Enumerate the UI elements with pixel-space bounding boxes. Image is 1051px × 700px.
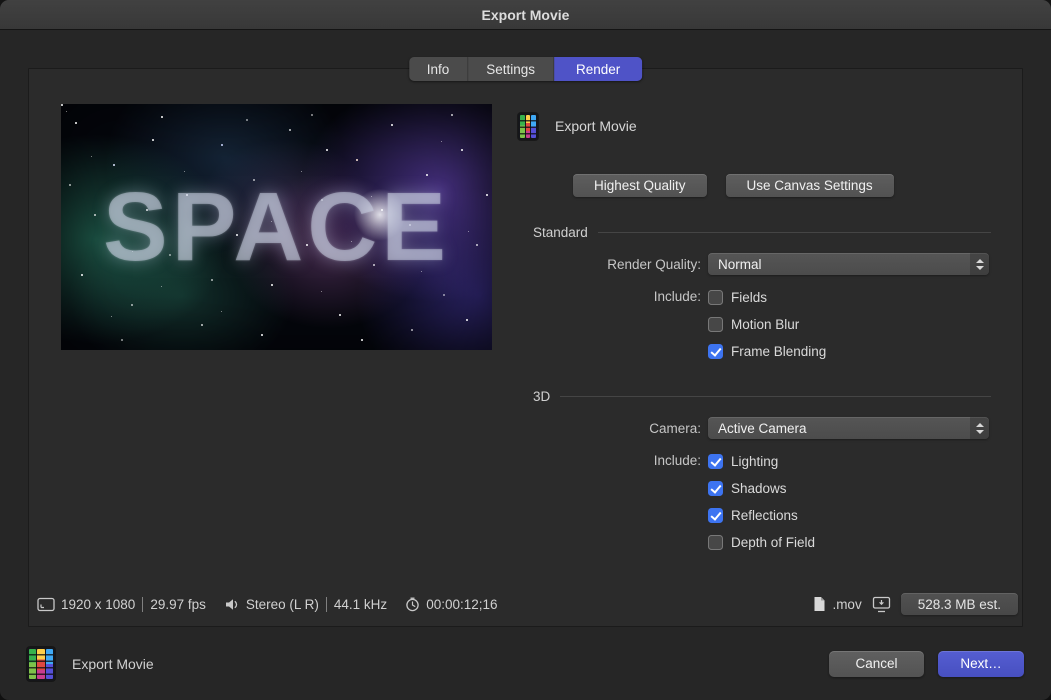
filmstrip-icon (27, 647, 55, 681)
timecode-value: 00:00:12;16 (426, 597, 497, 612)
checkbox-row-reflections[interactable]: Reflections (708, 506, 989, 525)
three-d-include-row: Include: Lighting Shadows (518, 452, 991, 552)
lighting-checkbox[interactable] (708, 454, 723, 469)
export-panel: Info Settings Render SPACE Export Movie (28, 68, 1023, 627)
camera-dropdown[interactable]: Active Camera (708, 417, 989, 439)
three-d-section-label: 3D (533, 389, 550, 404)
document-icon (813, 596, 826, 612)
monitor-arrow-icon (872, 596, 891, 613)
standard-include-row: Include: Fields Motion Blur (518, 288, 991, 361)
standard-include-checkboxes: Fields Motion Blur Frame Blending (708, 288, 989, 361)
next-button[interactable]: Next… (938, 651, 1024, 677)
checkbox-row-depth-of-field[interactable]: Depth of Field (708, 533, 989, 552)
up-down-chevrons-icon (970, 417, 989, 439)
camera-value: Active Camera (718, 421, 807, 436)
checkbox-row-frame-blending[interactable]: Frame Blending (708, 342, 989, 361)
tab-bar: Info Settings Render (409, 57, 643, 81)
three-d-include-checkboxes: Lighting Shadows Reflections (708, 452, 989, 552)
up-down-chevrons-icon (970, 253, 989, 275)
file-extension-value: .mov (832, 597, 861, 612)
footer-title: Export Movie (72, 656, 154, 672)
fields-checkbox-label: Fields (731, 290, 767, 305)
depth-of-field-checkbox-label: Depth of Field (731, 535, 815, 550)
motion-blur-checkbox-label: Motion Blur (731, 317, 799, 332)
filmstrip-icon (518, 113, 538, 140)
motion-blur-checkbox[interactable] (708, 317, 723, 332)
render-quality-value: Normal (718, 257, 762, 272)
cancel-button[interactable]: Cancel (829, 651, 924, 677)
checkbox-row-fields[interactable]: Fields (708, 288, 989, 307)
checkbox-row-motion-blur[interactable]: Motion Blur (708, 315, 989, 334)
lighting-checkbox-label: Lighting (731, 454, 778, 469)
audio-channels-value: Stereo (L R) (246, 597, 319, 612)
section-divider (598, 232, 991, 233)
size-estimate-value: 528.3 MB est. (918, 597, 1001, 612)
render-quality-dropdown[interactable]: Normal (708, 253, 989, 275)
status-bar-right: .mov 528.3 MB est. (813, 593, 1018, 615)
size-estimate-badge: 528.3 MB est. (901, 593, 1018, 615)
status-divider (142, 597, 143, 612)
resolution-item: 1920 x 1080 (37, 597, 135, 612)
duration-item: 00:00:12;16 (405, 597, 497, 612)
camera-row: Camera: Active Camera (518, 417, 991, 439)
render-settings-form: Export Movie Highest Quality Use Canvas … (518, 104, 991, 588)
tab-settings[interactable]: Settings (468, 57, 554, 81)
form-header: Export Movie (518, 111, 991, 141)
checkbox-row-shadows[interactable]: Shadows (708, 479, 989, 498)
camera-label: Camera: (518, 421, 701, 436)
three-d-section-header: 3D (518, 389, 991, 404)
clock-icon (405, 597, 420, 612)
resolution-value: 1920 x 1080 (61, 597, 135, 612)
render-quality-row: Render Quality: Normal (518, 253, 991, 275)
frame-rate-value: 29.97 fps (150, 597, 206, 612)
preset-buttons: Highest Quality Use Canvas Settings (573, 174, 991, 197)
section-divider (560, 396, 991, 397)
dialog-content: Info Settings Render SPACE Export Movie (0, 30, 1051, 627)
reflections-checkbox[interactable] (708, 508, 723, 523)
depth-of-field-checkbox[interactable] (708, 535, 723, 550)
shadows-checkbox-label: Shadows (731, 481, 787, 496)
sample-rate-value: 44.1 kHz (334, 597, 387, 612)
shadows-checkbox[interactable] (708, 481, 723, 496)
standard-include-label: Include: (518, 288, 701, 304)
reflections-checkbox-label: Reflections (731, 508, 798, 523)
standard-section-label: Standard (533, 225, 588, 240)
footer-actions: Cancel Next… (829, 651, 1024, 677)
window-title: Export Movie (482, 7, 570, 23)
speaker-icon (224, 597, 240, 612)
panel-main: SPACE Export Movie Highest Quality Use C… (29, 69, 1022, 588)
frame-blending-checkbox[interactable] (708, 344, 723, 359)
preview-image: SPACE (61, 104, 492, 350)
titlebar: Export Movie (0, 0, 1051, 30)
tab-info[interactable]: Info (409, 57, 469, 81)
file-format-item: .mov (813, 596, 861, 612)
checkbox-row-lighting[interactable]: Lighting (708, 452, 989, 471)
form-title: Export Movie (555, 118, 637, 134)
footer-bar: Export Movie Cancel Next… (0, 627, 1051, 700)
display-frame-icon (37, 597, 55, 612)
highest-quality-button[interactable]: Highest Quality (573, 174, 707, 197)
three-d-include-label: Include: (518, 452, 701, 468)
preview-title-text: SPACE (61, 104, 492, 350)
status-divider (326, 597, 327, 612)
render-quality-label: Render Quality: (518, 257, 701, 272)
audio-item: Stereo (L R) (224, 597, 319, 612)
tab-render[interactable]: Render (554, 57, 642, 81)
fields-checkbox[interactable] (708, 290, 723, 305)
frame-blending-checkbox-label: Frame Blending (731, 344, 826, 359)
export-movie-dialog: Export Movie Info Settings Render SPACE … (0, 0, 1051, 700)
status-bar: 1920 x 1080 29.97 fps Stereo (L R) 44.1 … (29, 588, 1022, 626)
standard-section-header: Standard (518, 225, 991, 240)
use-canvas-settings-button[interactable]: Use Canvas Settings (726, 174, 894, 197)
